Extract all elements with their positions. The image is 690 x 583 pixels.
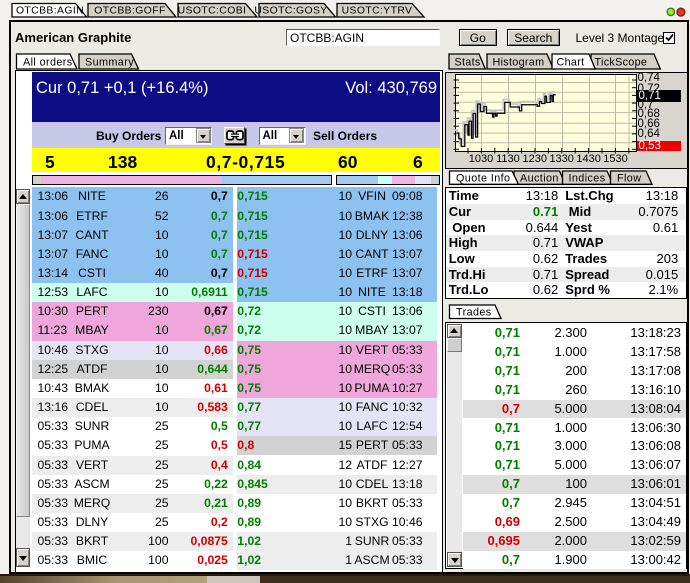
svg-text:Stats: Stats bbox=[455, 57, 481, 69]
svg-text:USOTC:GOSY: USOTC:GOSY bbox=[254, 6, 327, 17]
svg-text:Chart: Chart bbox=[557, 57, 585, 69]
svg-text:TickScope: TickScope bbox=[595, 57, 648, 69]
svg-text:Auction: Auction bbox=[520, 172, 559, 184]
svg-text:Summary: Summary bbox=[85, 57, 134, 69]
svg-text:All orders: All orders bbox=[23, 57, 73, 69]
svg-text:OTCBB:AGIN: OTCBB:AGIN bbox=[16, 6, 84, 17]
svg-text:Quote Info: Quote Info bbox=[456, 172, 510, 184]
svg-text:Indices: Indices bbox=[569, 172, 606, 184]
svg-text:USOTC:COBI: USOTC:COBI bbox=[178, 6, 247, 17]
svg-text:Trades: Trades bbox=[456, 306, 492, 318]
svg-text:USOTC:YTRV: USOTC:YTRV bbox=[342, 6, 413, 17]
svg-text:Histogram: Histogram bbox=[493, 57, 545, 69]
svg-text:Flow: Flow bbox=[617, 172, 641, 184]
svg-text:OTCBB:GOFF: OTCBB:GOFF bbox=[94, 6, 166, 17]
